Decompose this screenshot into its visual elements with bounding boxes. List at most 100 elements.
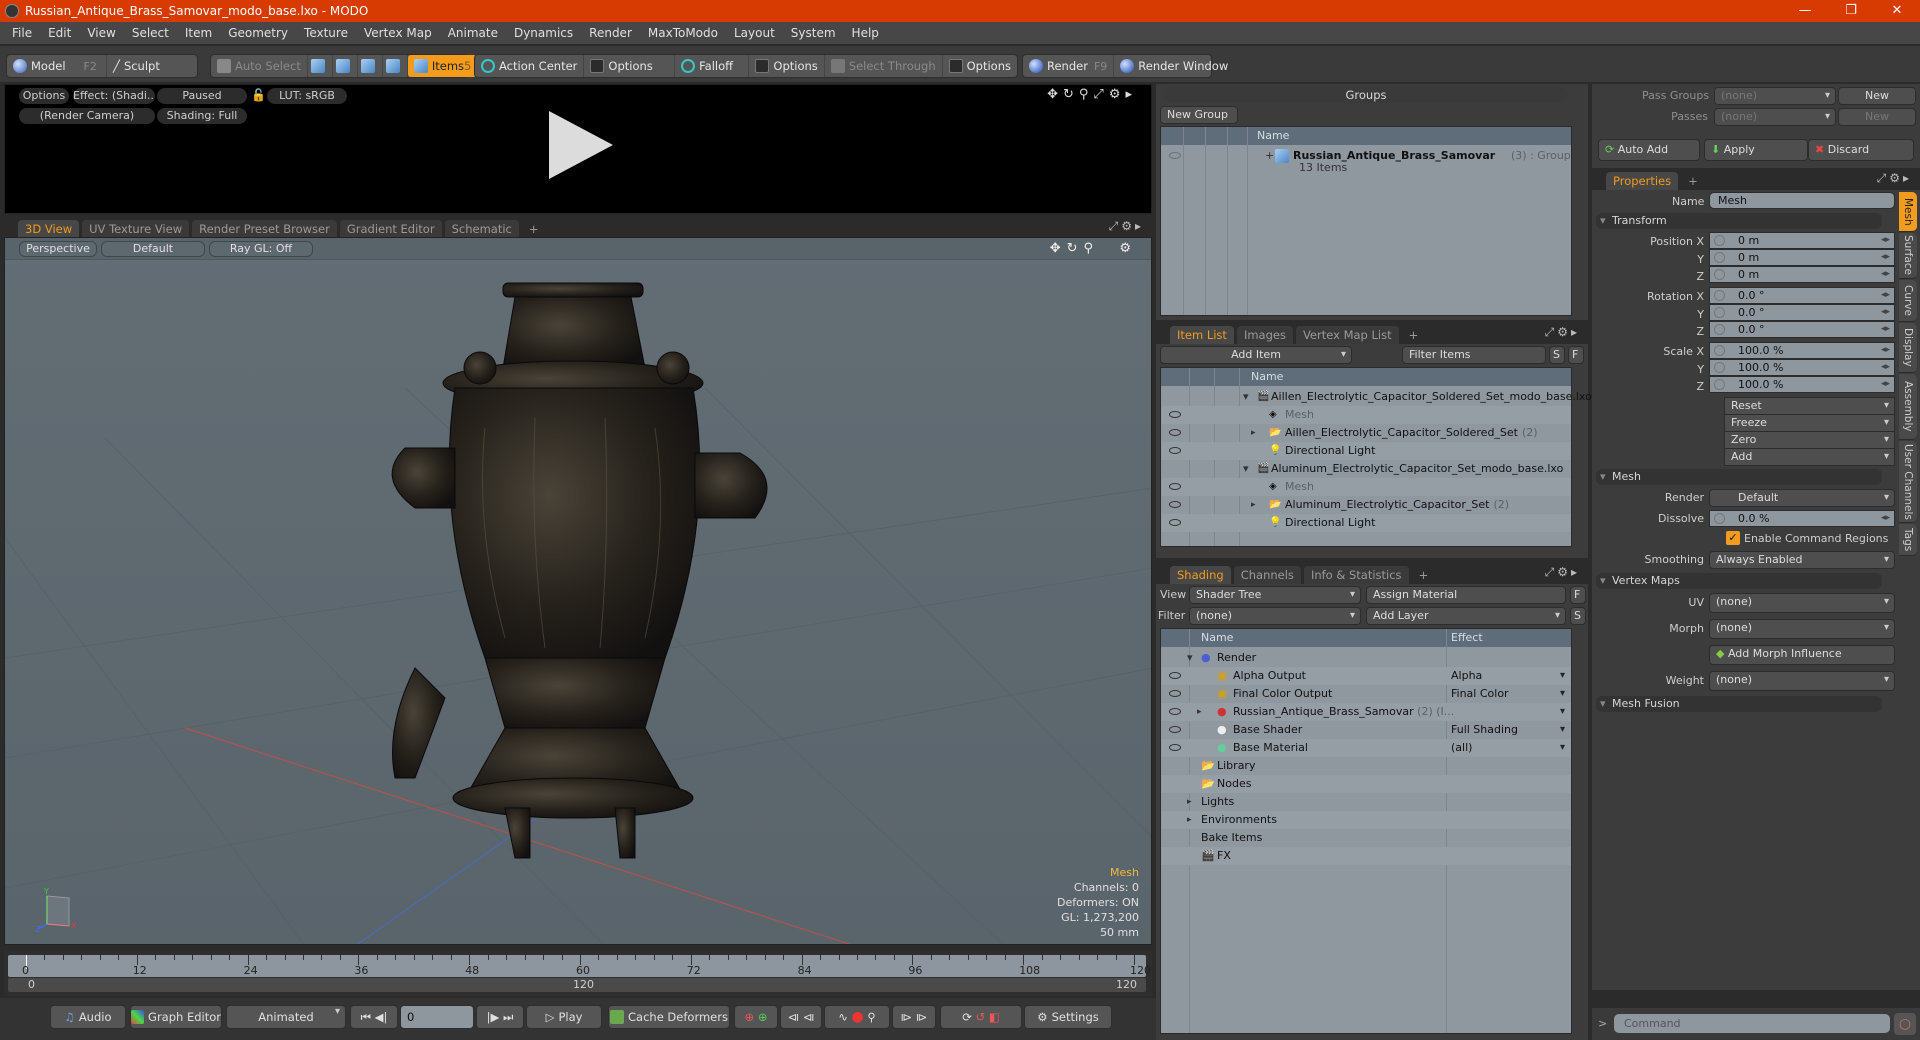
new-pass-group-button[interactable]: New [1838,87,1916,105]
settings-button[interactable]: ⚙ Settings [1024,1005,1112,1029]
tab-vertex-map-list[interactable]: Vertex Map List [1295,326,1399,344]
play-button[interactable]: ▷ Play [526,1005,602,1029]
zoom-icon[interactable]: ⚲ [1084,241,1100,256]
action-center-button[interactable]: Action Center [475,55,585,77]
pass-groups-dropdown[interactable]: (none) [1714,87,1836,105]
preview-paused-button[interactable]: Paused [157,88,247,104]
gear-icon[interactable]: ⚙ [1121,219,1135,233]
collapse-icon[interactable]: ▾ [1187,649,1193,667]
visibility-icon[interactable] [1169,744,1181,751]
rotate-icon[interactable]: ↻ [1063,87,1079,102]
side-tab-user-channels[interactable]: User Channels [1899,441,1917,523]
add-tab-button[interactable]: + [1412,566,1436,584]
side-tab-tags[interactable]: Tags [1899,524,1917,556]
next-key-icon[interactable]: ⧐ [901,1010,913,1024]
drag-arrows-icon[interactable]: ◂▸ [1881,511,1890,526]
menu-dynamics[interactable]: Dynamics [506,26,581,40]
assign-material-button[interactable]: Assign Material [1366,586,1566,604]
expand-arrow-icon[interactable]: ▸ [1571,325,1580,339]
tab-uv-texture-view[interactable]: UV Texture View [82,220,190,238]
drag-arrows-icon[interactable]: ◂▸ [1881,288,1890,303]
item-row[interactable]: ▾ 🎬 Aillen_Electrolytic_Capacitor_Soldered… [1161,388,1592,406]
expand-arrow-icon[interactable]: ▸ [1125,87,1137,102]
item-row[interactable]: ◈ Mesh [1161,406,1571,424]
menu-geometry[interactable]: Geometry [220,26,296,40]
passes-dropdown[interactable]: (none) [1714,108,1836,126]
add-dropdown[interactable]: Add [1724,448,1895,466]
enable-command-regions-checkbox[interactable]: ✓ [1726,531,1740,545]
visibility-icon[interactable] [1169,708,1181,715]
gear-icon[interactable]: ⚙ [1119,241,1137,256]
play-preview-icon[interactable] [549,111,613,179]
expand-icon[interactable]: ▸ [1251,424,1256,442]
menu-help[interactable]: Help [844,26,887,40]
visibility-icon[interactable] [1169,483,1181,490]
expand-arrow-icon[interactable]: ▸ [1135,219,1144,233]
record-icon[interactable]: ● [851,1009,863,1025]
auto-select-button[interactable]: Auto Select [211,55,308,77]
auto-add-button[interactable]: ⟳ Auto Add [1598,139,1700,161]
raygl-button[interactable]: Ray GL: Off [209,241,313,257]
collapse-icon[interactable]: ▾ [1243,388,1249,406]
items-mode-button[interactable]: Items 5 [407,55,478,77]
side-tab-mesh[interactable]: Mesh [1899,192,1917,232]
reset-dropdown[interactable]: Reset [1724,397,1895,415]
minimize-icon[interactable]: — [1782,0,1828,22]
materials-mode-button[interactable] [383,55,408,77]
add-tab-button[interactable]: + [1681,172,1705,190]
animate-dot-icon[interactable] [1714,290,1725,301]
menu-item[interactable]: Item [177,26,220,40]
filter-dropdown[interactable]: (none) [1189,607,1361,625]
shader-row[interactable]: ● Base Shader Full Shading ▾ [1161,721,1571,739]
visibility-icon[interactable] [1169,429,1181,436]
visibility-icon[interactable] [1169,152,1181,159]
side-tab-assembly[interactable]: Assembly [1899,374,1917,440]
s-button[interactable]: S [1570,607,1586,625]
perspective-button[interactable]: Perspective [19,241,97,257]
effect-dropdown-icon[interactable]: ▾ [1560,739,1565,757]
zoom-icon[interactable]: ⚲ [1079,87,1094,102]
menu-layout[interactable]: Layout [726,26,783,40]
render-button[interactable]: Render F9 [1023,55,1115,77]
tab-channels[interactable]: Channels [1233,566,1301,584]
gear-icon[interactable]: ⚙ [1557,325,1571,339]
falloff-options-button[interactable]: Options [749,55,825,77]
item-row[interactable]: ◈ Mesh [1161,478,1571,496]
collapse-icon[interactable]: ▾ [1243,460,1249,478]
maximize-icon[interactable]: ⤢ [1545,565,1558,579]
drag-arrows-icon[interactable]: ◂▸ [1881,377,1890,392]
animate-dot-icon[interactable] [1714,269,1725,280]
item-row[interactable]: ▾ 🎬 Aluminum_Electrolytic_Capacitor_Set_mo… [1161,460,1571,478]
item-row[interactable]: 💡 Directional Light [1161,442,1571,460]
apply-button[interactable]: ⬇ Apply [1704,139,1808,161]
zero-dropdown[interactable]: Zero [1724,431,1895,449]
model-button[interactable]: Model F2 [7,55,107,77]
discard-button[interactable]: ✖ Discard [1808,139,1914,161]
shading-button[interactable]: Shading: Full [157,108,247,124]
add-tab-button[interactable]: + [1402,326,1426,344]
menu-maxtomodo[interactable]: MaxToModo [640,26,726,40]
smoothing-dropdown[interactable]: Always Enabled [1709,551,1895,569]
frame-input[interactable]: 0 [400,1005,474,1029]
vertices-mode-button[interactable] [308,55,333,77]
shading-style-button[interactable]: Default [101,241,205,257]
preview-effect-button[interactable]: Effect: (Shadi... [73,88,155,104]
filter-items-input[interactable]: Filter Items [1402,346,1546,364]
menu-animate[interactable]: Animate [440,26,506,40]
cache-deformers-button[interactable]: Cache Deformers [608,1005,730,1029]
skip-end-icon[interactable]: ⏭ [503,1010,513,1025]
mesh-section[interactable]: Mesh [1596,469,1882,485]
effect-dropdown-icon[interactable]: ▾ [1560,721,1565,739]
next-key2-icon[interactable]: ⧐ [916,1010,928,1024]
lock-icon[interactable]: 🔓 [251,88,266,102]
view-dropdown[interactable]: Shader Tree [1189,586,1361,604]
action-center-options-button[interactable]: Options [584,55,676,77]
select-through-button[interactable]: Select Through [825,55,943,77]
tab-shading[interactable]: Shading [1170,566,1231,584]
tab-item-list[interactable]: Item List [1170,326,1234,344]
position-z-field[interactable]: 0 m ◂▸ [1709,266,1895,283]
close-icon[interactable]: ✕ [1874,0,1920,22]
visibility-icon[interactable] [1169,726,1181,733]
add-item-dropdown[interactable]: Add Item [1160,346,1352,364]
add-morph-influence-button[interactable]: ◆ Add Morph Influence [1709,645,1895,665]
